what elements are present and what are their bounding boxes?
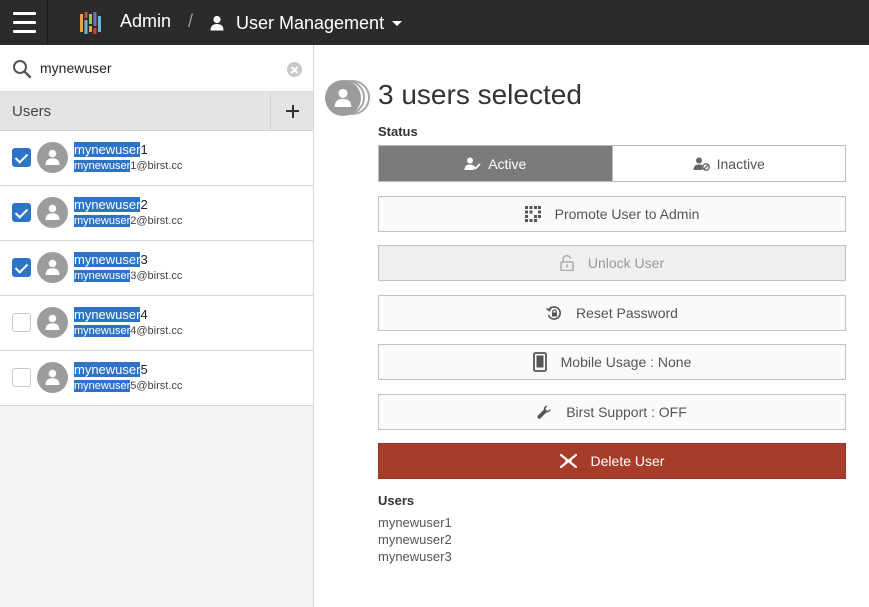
delete-user-button[interactable]: Delete User — [378, 443, 846, 479]
user-name: mynewuser3 — [74, 252, 148, 267]
user-name: mynewuser4 — [74, 307, 148, 322]
avatar — [325, 80, 361, 116]
user-checkbox[interactable] — [12, 148, 31, 167]
add-user-button[interactable] — [270, 92, 313, 130]
promote-user-label: Promote User to Admin — [554, 206, 700, 222]
search-bar — [0, 45, 313, 92]
user-email: mynewuser3@birst.cc — [74, 270, 183, 282]
unlock-user-button[interactable]: Unlock User — [378, 245, 846, 281]
reset-password-button[interactable]: Reset Password — [378, 295, 846, 331]
selected-users-list: mynewuser1 mynewuser2 mynewuser3 — [378, 514, 452, 565]
unlock-user-label: Unlock User — [587, 255, 665, 271]
birst-support-label: Birst Support : OFF — [566, 404, 687, 420]
promote-user-button[interactable]: Promote User to Admin — [378, 196, 846, 232]
user-check-icon — [464, 157, 481, 170]
user-list: mynewuser1 mynewuser1@birst.cc mynewuser… — [0, 131, 313, 406]
avatar — [37, 197, 68, 228]
user-icon — [45, 149, 60, 165]
avatar — [37, 307, 68, 338]
selection-title: 3 users selected — [378, 79, 582, 110]
list-item: mynewuser1 — [378, 515, 452, 530]
user-list-panel: Users mynewuser1 mynewuser1@birst.cc myn… — [0, 45, 314, 607]
unlock-icon — [560, 255, 574, 271]
user-checkbox[interactable] — [12, 368, 31, 387]
user-icon — [210, 15, 224, 31]
user-checkbox[interactable] — [12, 313, 31, 332]
reset-password-label: Reset Password — [576, 305, 678, 321]
user-email: mynewuser5@birst.cc — [74, 380, 183, 392]
user-blocked-icon — [693, 157, 710, 171]
selected-users-avatar-stack — [325, 78, 375, 118]
breadcrumb-separator: / — [188, 11, 194, 31]
status-active-label: Active — [488, 155, 527, 172]
mobile-usage-label: Mobile Usage : None — [560, 354, 692, 370]
app-title[interactable]: Admin — [120, 11, 171, 32]
user-icon — [334, 88, 352, 107]
user-checkbox[interactable] — [12, 258, 31, 277]
users-list-header: Users — [0, 92, 313, 131]
hamburger-icon — [13, 12, 36, 15]
avatar — [37, 362, 68, 393]
user-name: mynewuser1 — [74, 142, 148, 157]
user-name: mynewuser2 — [74, 197, 148, 212]
hamburger-menu-button[interactable] — [0, 0, 48, 45]
status-inactive-button[interactable]: Inactive — [611, 146, 845, 181]
user-icon — [45, 259, 60, 275]
search-input[interactable] — [40, 57, 280, 79]
breadcrumb-user-management[interactable]: User Management — [209, 10, 403, 36]
user-detail-panel: 3 users selected Status Active Inactive — [315, 45, 869, 607]
x-cross-icon — [559, 454, 577, 468]
search-icon — [13, 60, 32, 79]
avatar — [37, 252, 68, 283]
user-name: mynewuser5 — [74, 362, 148, 377]
reset-password-icon — [546, 306, 561, 320]
chevron-down-icon — [392, 20, 403, 26]
birst-support-button[interactable]: Birst Support : OFF — [378, 394, 846, 430]
users-header-label: Users — [12, 103, 52, 120]
user-checkbox[interactable] — [12, 203, 31, 222]
birst-logo-icon — [80, 12, 101, 34]
list-item: mynewuser3 — [378, 549, 452, 564]
user-icon — [45, 314, 60, 330]
selected-users-label: Users — [378, 493, 415, 508]
status-label: Status — [378, 124, 418, 139]
user-email: mynewuser2@birst.cc — [74, 215, 183, 227]
list-item[interactable]: mynewuser1 mynewuser1@birst.cc — [0, 131, 313, 186]
clear-icon[interactable] — [287, 62, 302, 77]
user-icon — [45, 369, 60, 385]
list-item: mynewuser2 — [378, 532, 452, 547]
delete-user-label: Delete User — [590, 453, 665, 469]
grid-icon — [524, 206, 541, 222]
list-item[interactable]: mynewuser3 mynewuser3@birst.cc — [0, 241, 313, 296]
breadcrumb-label: User Management — [236, 12, 385, 33]
list-item[interactable]: mynewuser4 mynewuser4@birst.cc — [0, 296, 313, 351]
wrench-icon — [537, 405, 551, 419]
mobile-icon — [532, 352, 547, 372]
mobile-usage-button[interactable]: Mobile Usage : None — [378, 344, 846, 380]
user-email: mynewuser4@birst.cc — [74, 325, 183, 337]
list-item[interactable]: mynewuser5 mynewuser5@birst.cc — [0, 351, 313, 406]
avatar — [37, 142, 68, 173]
list-item[interactable]: mynewuser2 mynewuser2@birst.cc — [0, 186, 313, 241]
status-toggle: Active Inactive — [378, 145, 846, 182]
top-bar: Admin / User Management — [0, 0, 869, 45]
status-active-button[interactable]: Active — [379, 146, 612, 181]
status-inactive-label: Inactive — [716, 155, 765, 172]
user-icon — [45, 204, 60, 220]
user-email: mynewuser1@birst.cc — [74, 160, 183, 172]
